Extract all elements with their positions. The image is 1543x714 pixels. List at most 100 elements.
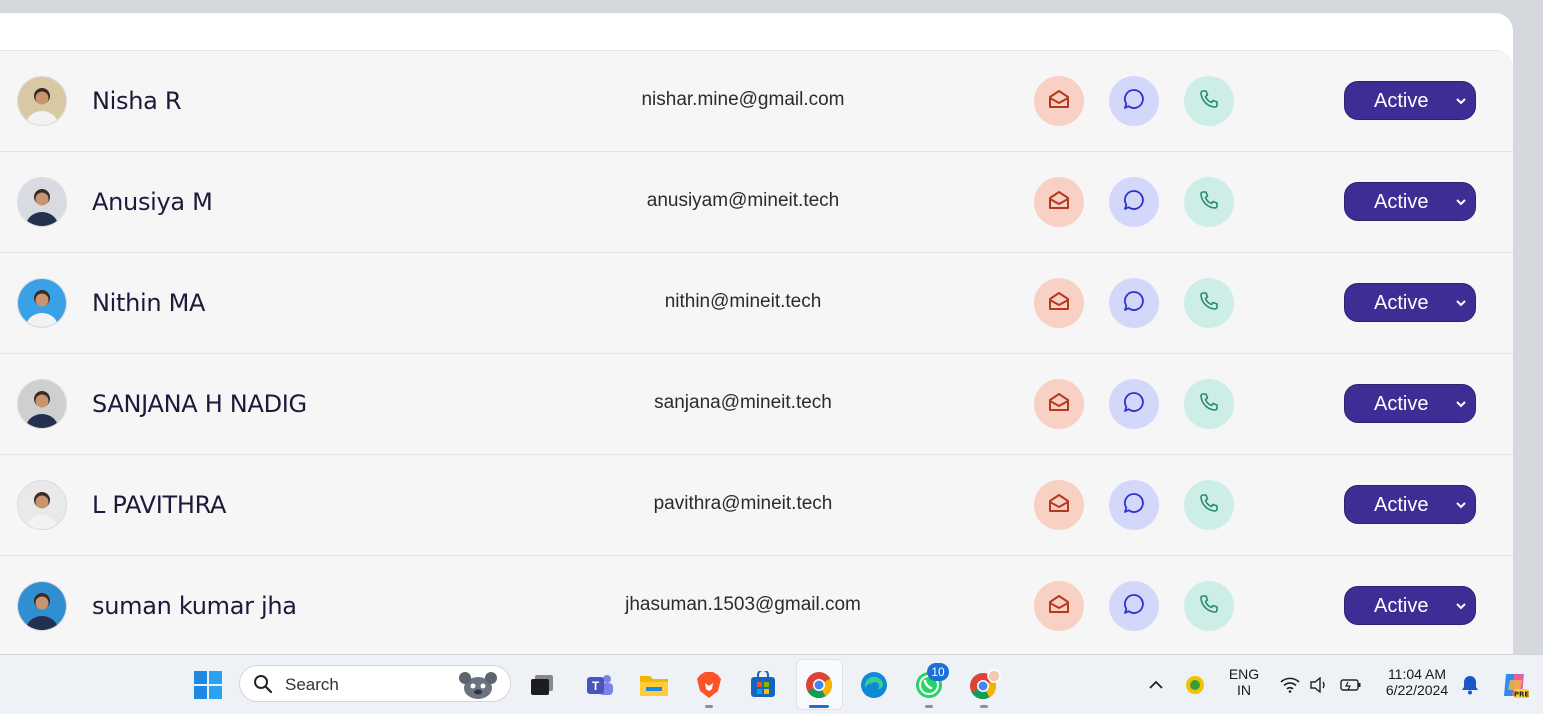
email-button[interactable] xyxy=(1034,177,1084,227)
email-button[interactable] xyxy=(1034,581,1084,631)
chevron-up-icon[interactable] xyxy=(1144,655,1168,714)
edge-icon[interactable] xyxy=(856,655,892,714)
contact-row: L PAVITHRA pavithra@mineit.tech Active xyxy=(0,455,1513,556)
contact-name: L PAVITHRA xyxy=(92,491,227,519)
status-dropdown[interactable]: Active xyxy=(1344,485,1476,524)
chevron-down-icon xyxy=(1455,497,1467,520)
volume-icon[interactable] xyxy=(1307,655,1331,714)
avatar xyxy=(17,278,67,328)
envelope-open-icon xyxy=(1048,190,1070,215)
call-button[interactable] xyxy=(1184,379,1234,429)
chat-button[interactable] xyxy=(1109,177,1159,227)
chat-button[interactable] xyxy=(1109,278,1159,328)
status-dropdown[interactable]: Active xyxy=(1344,586,1476,625)
chat-button[interactable] xyxy=(1109,581,1159,631)
status-dropdown[interactable]: Active xyxy=(1344,384,1476,423)
wifi-icon[interactable] xyxy=(1278,655,1302,714)
status-label: Active xyxy=(1374,191,1429,213)
avatar xyxy=(17,379,67,429)
envelope-open-icon xyxy=(1048,493,1070,518)
chat-bubble-icon xyxy=(1123,88,1145,115)
contact-row: Nithin MA nithin@mineit.tech Active xyxy=(0,253,1513,354)
call-button[interactable] xyxy=(1184,76,1234,126)
chevron-down-icon xyxy=(1455,93,1467,116)
contact-row: Nisha R nishar.mine@gmail.com Active xyxy=(0,51,1513,152)
svg-text:PRE: PRE xyxy=(1514,690,1530,698)
call-button[interactable] xyxy=(1184,278,1234,328)
contact-email: jhasuman.1503@gmail.com xyxy=(625,594,861,615)
language-indicator[interactable]: ENG IN xyxy=(1222,666,1266,698)
phone-icon xyxy=(1199,493,1219,518)
contact-name: Nisha R xyxy=(92,87,182,115)
envelope-open-icon xyxy=(1048,594,1070,619)
svg-text:T: T xyxy=(592,679,600,693)
chevron-down-icon xyxy=(1455,598,1467,621)
contact-email: nishar.mine@gmail.com xyxy=(641,89,845,110)
call-button[interactable] xyxy=(1184,581,1234,631)
contact-name: suman kumar jha xyxy=(92,592,297,620)
search-placeholder: Search xyxy=(285,675,339,694)
language-code: ENG xyxy=(1228,666,1260,682)
chat-button[interactable] xyxy=(1109,379,1159,429)
contact-email: anusiyam@mineit.tech xyxy=(646,190,840,211)
contact-name: Nithin MA xyxy=(92,289,206,317)
phone-icon xyxy=(1199,594,1219,619)
clock-date: 6/22/2024 xyxy=(1385,682,1449,698)
status-dropdown[interactable]: Active xyxy=(1344,81,1476,120)
status-label: Active xyxy=(1374,90,1429,112)
microsoft-store-icon[interactable] xyxy=(746,655,780,714)
chevron-down-icon xyxy=(1455,194,1467,217)
running-indicator xyxy=(925,705,933,708)
phone-icon xyxy=(1199,89,1219,114)
chat-bubble-icon xyxy=(1123,593,1145,620)
status-label: Active xyxy=(1374,494,1429,516)
contact-email: pavithra@mineit.tech xyxy=(653,493,833,514)
phone-icon xyxy=(1199,291,1219,316)
envelope-open-icon xyxy=(1048,392,1070,417)
clock[interactable]: 11:04 AM 6/22/2024 xyxy=(1374,666,1460,698)
envelope-open-icon xyxy=(1048,89,1070,114)
contact-row: SANJANA H NADIG sanjana@mineit.tech Active xyxy=(0,354,1513,455)
contact-name: Anusiya M xyxy=(92,188,213,216)
email-button[interactable] xyxy=(1034,76,1084,126)
call-button[interactable] xyxy=(1184,480,1234,530)
running-indicator xyxy=(705,705,713,708)
taskbar: Search T 10 ENG IN 11:04 AM 6/22/2024 PR… xyxy=(0,654,1543,714)
chat-button[interactable] xyxy=(1109,480,1159,530)
chat-bubble-icon xyxy=(1123,189,1145,216)
avatar xyxy=(17,480,67,530)
file-explorer-icon[interactable] xyxy=(636,655,672,714)
task-view-icon[interactable] xyxy=(525,655,559,714)
search-icon xyxy=(254,675,273,694)
avatar xyxy=(17,581,67,631)
contacts-panel: Nisha R nishar.mine@gmail.com Active Anusiy… xyxy=(0,13,1513,654)
chat-bubble-icon xyxy=(1123,391,1145,418)
status-label: Active xyxy=(1374,595,1429,617)
call-button[interactable] xyxy=(1184,177,1234,227)
email-button[interactable] xyxy=(1034,278,1084,328)
tray-app-icon[interactable] xyxy=(1182,655,1208,714)
taskbar-search[interactable]: Search xyxy=(239,665,511,702)
whatsapp-badge: 10 xyxy=(927,663,949,681)
email-button[interactable] xyxy=(1034,480,1084,530)
region-code: IN xyxy=(1237,682,1251,698)
mascot-icon xyxy=(459,672,497,699)
copilot-icon[interactable]: PRE xyxy=(1497,655,1533,714)
email-button[interactable] xyxy=(1034,379,1084,429)
windows-start-icon[interactable] xyxy=(190,655,226,714)
chat-bubble-icon xyxy=(1123,492,1145,519)
status-dropdown[interactable]: Active xyxy=(1344,182,1476,221)
status-label: Active xyxy=(1374,292,1429,314)
chat-button[interactable] xyxy=(1109,76,1159,126)
running-indicator xyxy=(980,705,988,708)
contacts-list: Nisha R nishar.mine@gmail.com Active Anusiy… xyxy=(0,50,1513,654)
avatar xyxy=(17,177,67,227)
avatar xyxy=(17,76,67,126)
contact-email: sanjana@mineit.tech xyxy=(654,392,832,413)
teams-icon[interactable]: T xyxy=(583,655,617,714)
status-dropdown[interactable]: Active xyxy=(1344,283,1476,322)
battery-icon[interactable] xyxy=(1338,655,1364,714)
active-app-indicator xyxy=(809,705,829,708)
notification-bell-icon[interactable] xyxy=(1458,655,1482,714)
chat-bubble-icon xyxy=(1123,290,1145,317)
